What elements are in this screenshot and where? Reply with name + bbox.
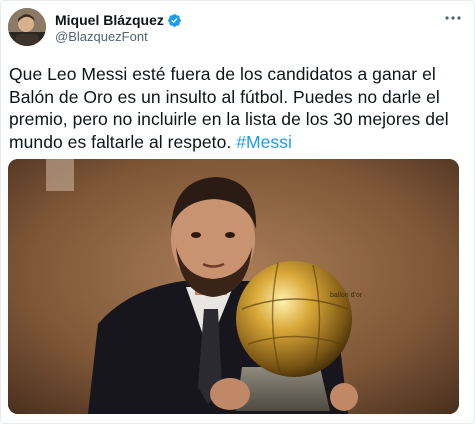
tweet-body: Que Leo Messi esté fuera de los candidat… xyxy=(9,64,449,152)
author-name[interactable]: Miquel Blázquez xyxy=(55,12,164,28)
hashtag-link[interactable]: #Messi xyxy=(236,132,292,152)
verified-badge-icon xyxy=(167,13,182,28)
trophy-engraving: ballon d'or xyxy=(330,292,363,299)
tweet-text: Que Leo Messi esté fuera de los candidat… xyxy=(9,63,464,153)
tweet-card: Miquel Blázquez @BlazquezFont Que Leo Me… xyxy=(0,0,475,424)
tweet-photo[interactable]: ballon d'or xyxy=(8,159,459,414)
more-options-icon[interactable] xyxy=(443,11,463,25)
avatar[interactable] xyxy=(8,8,46,46)
author-name-row: Miquel Blázquez xyxy=(55,12,182,28)
tweet-header: Miquel Blázquez @BlazquezFont xyxy=(8,8,469,48)
author-handle[interactable]: @BlazquezFont xyxy=(55,29,148,44)
